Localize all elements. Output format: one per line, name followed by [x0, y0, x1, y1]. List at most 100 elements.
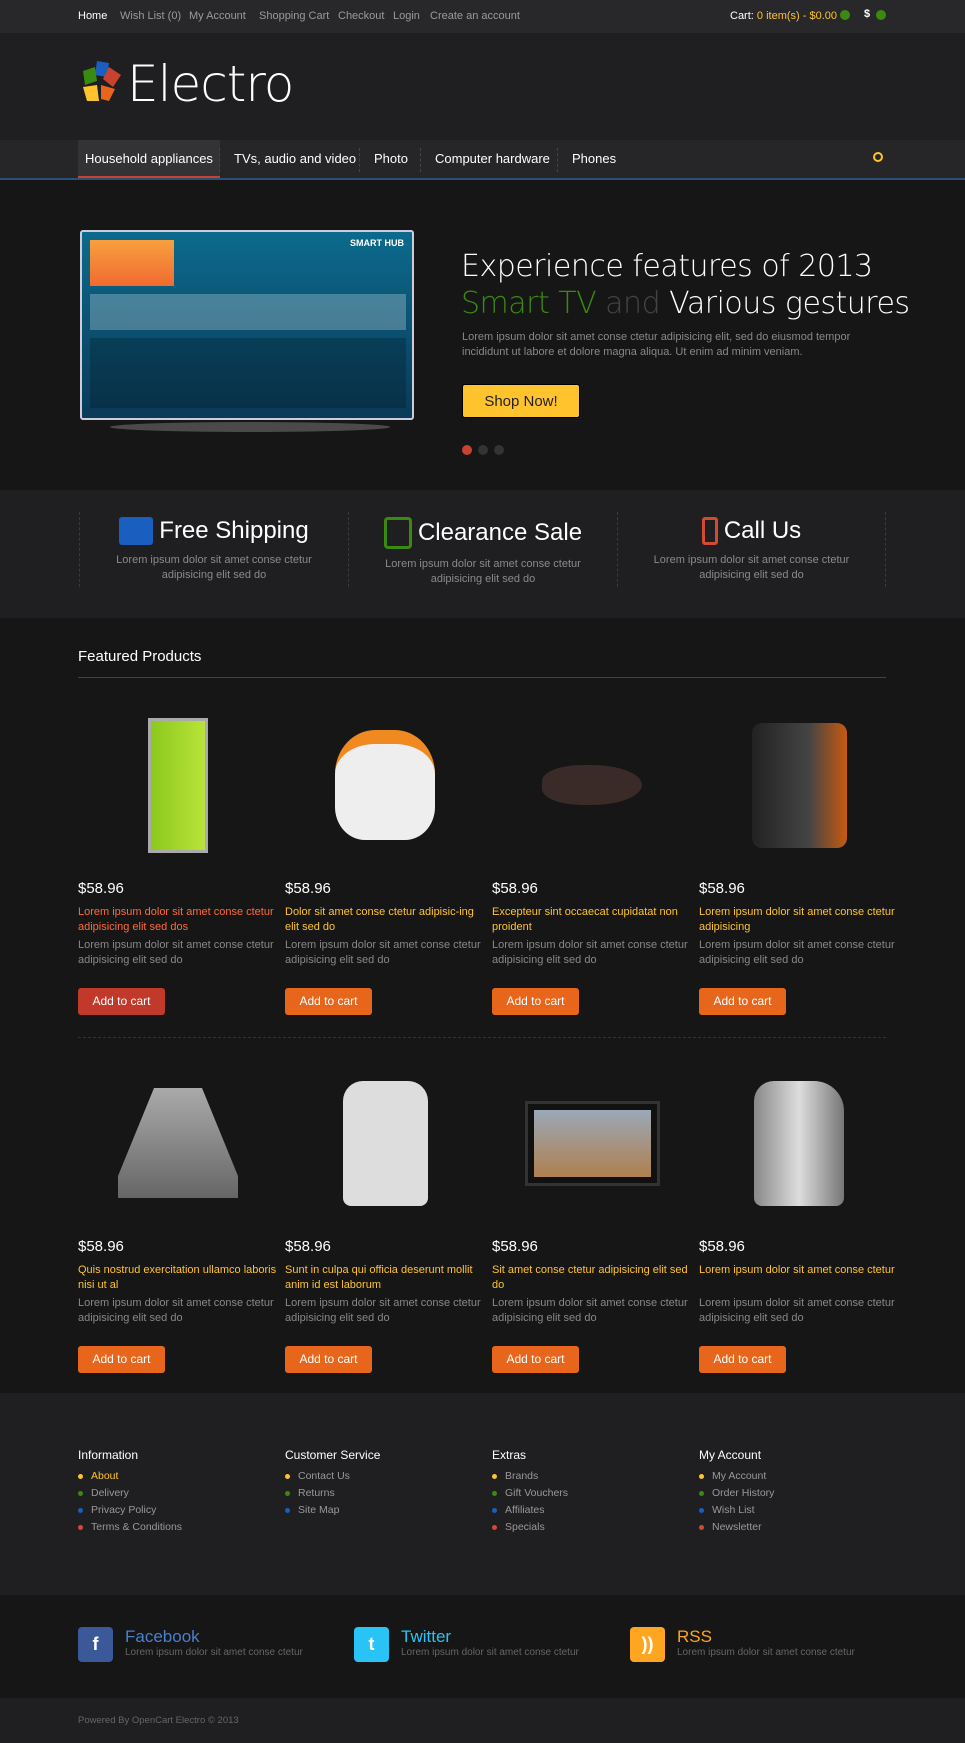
- bullet-icon: [492, 1508, 497, 1513]
- footer-link[interactable]: Gift Vouchers: [492, 1485, 568, 1502]
- footer-link-label: Privacy Policy: [91, 1504, 157, 1516]
- footer-link-label: Gift Vouchers: [505, 1487, 569, 1499]
- product-image[interactable]: [78, 1068, 278, 1218]
- footer-link[interactable]: About: [78, 1468, 182, 1485]
- footer-link[interactable]: Wish List: [699, 1502, 774, 1519]
- product-name-link[interactable]: Lorem ipsum dolor sit amet conse ctetur …: [699, 905, 899, 935]
- bullet-icon: [699, 1525, 704, 1530]
- footer-link-label: Affiliates: [505, 1504, 545, 1516]
- nav-item-tvs[interactable]: TVs, audio and video: [227, 140, 363, 178]
- nav-item-computer[interactable]: Computer hardware: [428, 140, 557, 178]
- top-link-login[interactable]: Login: [393, 10, 420, 22]
- product-name-link[interactable]: Excepteur sint occaecat cupidatat non pr…: [492, 905, 692, 935]
- search-icon[interactable]: [873, 152, 883, 162]
- top-link-wishlist[interactable]: Wish List (0): [120, 10, 181, 22]
- product-image[interactable]: [492, 710, 692, 860]
- footer-link[interactable]: My Account: [699, 1468, 774, 1485]
- top-link-register[interactable]: Create an account: [430, 10, 520, 22]
- product-card: $58.96 Quis nostrud exercitation ullamco…: [78, 1068, 278, 1373]
- footer-link[interactable]: Affiliates: [492, 1502, 568, 1519]
- footer-link[interactable]: Specials: [492, 1519, 568, 1536]
- bullet-icon: [492, 1525, 497, 1530]
- product-image[interactable]: [285, 1068, 485, 1218]
- bullet-icon: [285, 1508, 290, 1513]
- add-to-cart-button[interactable]: Add to cart: [285, 1346, 372, 1373]
- nav-item-phones[interactable]: Phones: [565, 140, 623, 178]
- product-card: $58.96 Lorem ipsum dolor sit amet conse …: [699, 1068, 899, 1373]
- product-image[interactable]: [699, 1068, 899, 1218]
- slide-dot-1[interactable]: [462, 445, 472, 455]
- logo-icon[interactable]: [79, 59, 123, 103]
- product-name-link[interactable]: Sit amet conse ctetur adipisicing elit s…: [492, 1263, 692, 1293]
- add-to-cart-button[interactable]: Add to cart: [285, 988, 372, 1015]
- top-link-account[interactable]: My Account: [189, 10, 246, 22]
- nav-separator: [420, 148, 421, 172]
- product-description: Lorem ipsum dolor sit amet conse ctetur …: [78, 939, 274, 966]
- product-name-link[interactable]: Lorem ipsum dolor sit amet conse ctetur: [699, 1263, 899, 1293]
- top-link-cart[interactable]: Shopping Cart: [259, 10, 329, 22]
- slide-dot-2[interactable]: [478, 445, 488, 455]
- add-to-cart-button[interactable]: Add to cart: [699, 1346, 786, 1373]
- facebook-icon[interactable]: f: [78, 1627, 113, 1662]
- footer-link[interactable]: Returns: [285, 1485, 380, 1502]
- footer-link-label: Terms & Conditions: [91, 1521, 183, 1533]
- social-name[interactable]: Twitter: [401, 1627, 579, 1647]
- slide-dot-3[interactable]: [494, 445, 504, 455]
- product-image[interactable]: [492, 1068, 692, 1218]
- top-link-checkout[interactable]: Checkout: [338, 10, 384, 22]
- social-name[interactable]: Facebook: [125, 1627, 303, 1647]
- cart-summary[interactable]: Cart: 0 item(s) - $0.00: [730, 10, 837, 22]
- product-name-link[interactable]: Quis nostrud exercitation ullamco labori…: [78, 1263, 278, 1293]
- footer-link-label: Site Map: [298, 1504, 340, 1516]
- social-text: Lorem ipsum dolor sit amet conse ctetur: [677, 1647, 855, 1658]
- cart-dropdown-icon[interactable]: [840, 10, 850, 20]
- currency[interactable]: $: [864, 8, 870, 20]
- footer-link[interactable]: Order History: [699, 1485, 774, 1502]
- footer-column: My Account My Account Order History Wish Li…: [699, 1448, 774, 1536]
- product-name-link[interactable]: Lorem ipsum dolor sit amet conse ctetur …: [78, 905, 278, 935]
- social-facebook[interactable]: f Facebook Lorem ipsum dolor sit amet cons…: [78, 1627, 303, 1662]
- shop-now-button[interactable]: Shop Now!: [462, 384, 580, 418]
- footer-link[interactable]: Site Map: [285, 1502, 380, 1519]
- headline-and: and: [596, 286, 670, 321]
- logo-text[interactable]: Electro: [127, 55, 294, 113]
- footer-heading: My Account: [699, 1448, 762, 1462]
- bullet-icon: [285, 1474, 290, 1479]
- feature-text: Lorem ipsum dolor sit amet conse ctetur …: [385, 558, 581, 585]
- add-to-cart-button[interactable]: Add to cart: [492, 1346, 579, 1373]
- copyright: Powered By OpenCart Electro © 2013: [78, 1715, 239, 1726]
- top-link-home[interactable]: Home: [78, 10, 107, 22]
- nav-item-photo[interactable]: Photo: [367, 140, 415, 178]
- product-description: Lorem ipsum dolor sit amet conse ctetur …: [78, 1297, 274, 1324]
- product-card: $58.96 Dolor sit amet conse ctetur adipi…: [285, 710, 485, 1015]
- rss-icon[interactable]: )): [630, 1627, 665, 1662]
- footer-link[interactable]: Delivery: [78, 1485, 182, 1502]
- product-image[interactable]: [285, 710, 485, 860]
- social-twitter[interactable]: t Twitter Lorem ipsum dolor sit amet conse…: [354, 1627, 579, 1662]
- twitter-icon[interactable]: t: [354, 1627, 389, 1662]
- add-to-cart-button[interactable]: Add to cart: [492, 988, 579, 1015]
- add-to-cart-button[interactable]: Add to cart: [699, 988, 786, 1015]
- product-name-link[interactable]: Dolor sit amet conse ctetur adipisic-ing…: [285, 905, 485, 935]
- footer-link[interactable]: Privacy Policy: [78, 1502, 182, 1519]
- footer-link[interactable]: Brands: [492, 1468, 568, 1485]
- nav-item-household[interactable]: Household appliances: [78, 140, 220, 178]
- product-image[interactable]: [699, 710, 899, 860]
- footer-column: Customer Service Contact Us Returns Site Ma…: [285, 1448, 380, 1519]
- add-to-cart-button[interactable]: Add to cart: [78, 1346, 165, 1373]
- bullet-icon: [492, 1491, 497, 1496]
- product-price: $58.96: [285, 880, 331, 897]
- social-rss[interactable]: )) RSS Lorem ipsum dolor sit amet conse ct…: [630, 1627, 855, 1662]
- social-name[interactable]: RSS: [677, 1627, 855, 1647]
- footer-link[interactable]: Newsletter: [699, 1519, 774, 1536]
- nav-separator: [359, 148, 360, 172]
- currency-dropdown-icon[interactable]: [876, 10, 886, 20]
- footer-link-label: Brands: [505, 1470, 539, 1482]
- add-to-cart-button[interactable]: Add to cart: [78, 988, 165, 1015]
- footer-link[interactable]: Terms & Conditions: [78, 1519, 182, 1536]
- product-image[interactable]: [78, 710, 278, 860]
- footer-link[interactable]: Contact Us: [285, 1468, 380, 1485]
- footer-link-label: Delivery: [91, 1487, 129, 1499]
- product-name-link[interactable]: Sunt in culpa qui officia deserunt molli…: [285, 1263, 485, 1293]
- footer-heading: Customer Service: [285, 1448, 381, 1462]
